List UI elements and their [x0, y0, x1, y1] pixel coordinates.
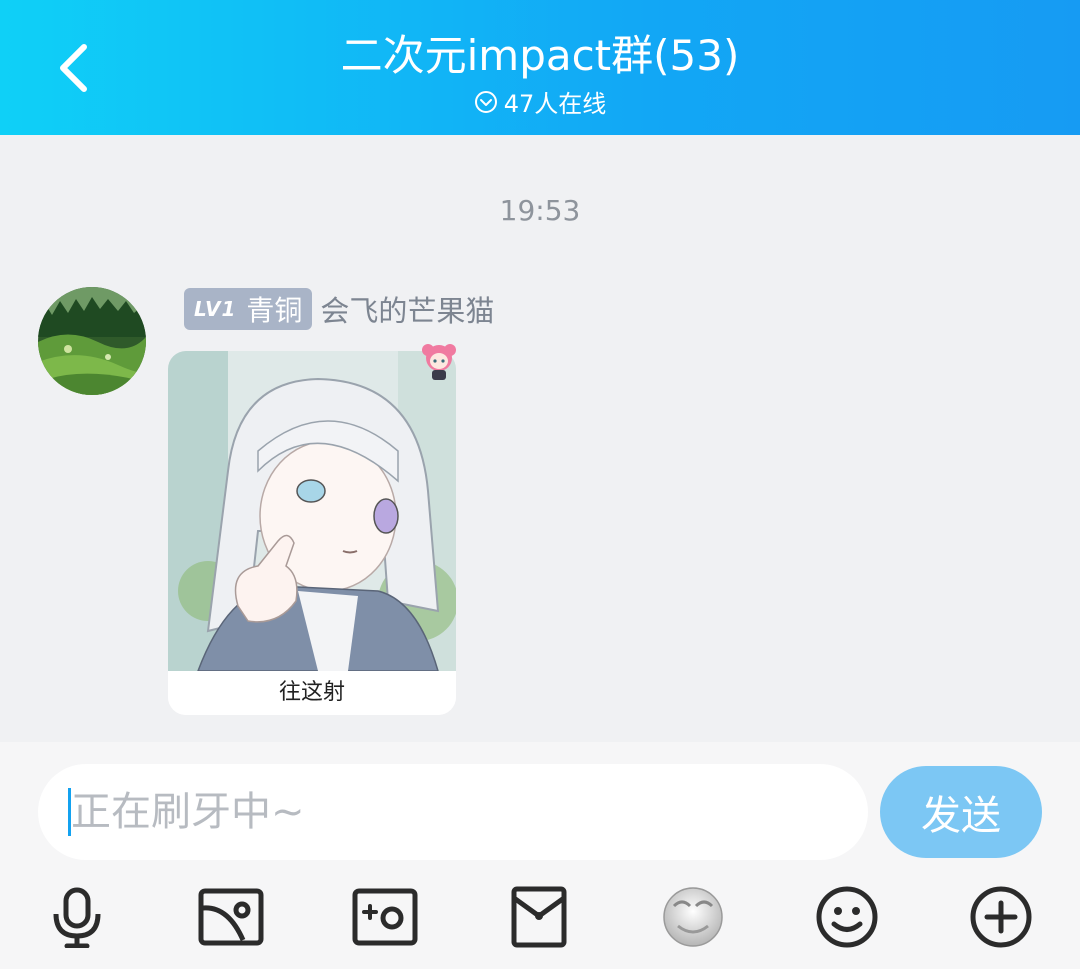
chevron-circle-icon: [474, 90, 498, 114]
online-status[interactable]: 47人在线: [0, 84, 1080, 119]
composer-area: 发送: [0, 742, 1080, 969]
send-button[interactable]: 发送: [880, 766, 1042, 858]
chat-header: 二次元impact群(53) 47人在线: [0, 0, 1080, 135]
message-header: LV1 青铜 会飞的芒果猫: [184, 288, 494, 330]
composer-toolbar: [0, 882, 1080, 952]
sender-name[interactable]: 会飞的芒果猫: [320, 288, 494, 330]
level-text: LV1: [194, 297, 237, 321]
message-input[interactable]: [71, 789, 831, 835]
camera-icon: [352, 888, 418, 946]
more-button[interactable]: [966, 882, 1036, 952]
avatar[interactable]: [38, 287, 146, 395]
plus-icon: [970, 886, 1032, 948]
level-badge[interactable]: LV1 青铜: [184, 288, 313, 330]
sticker-image: [168, 351, 456, 672]
sticker-message[interactable]: 往这射: [168, 351, 456, 715]
sticker-caption: 往这射: [168, 671, 456, 715]
online-count: 47人在线: [503, 90, 607, 118]
avatar-pendant-icon: [418, 340, 460, 382]
red-packet-button[interactable]: [504, 882, 574, 952]
message-input-box[interactable]: [38, 764, 868, 860]
camera-button[interactable]: [350, 882, 420, 952]
emoji-button[interactable]: [812, 882, 882, 952]
message-timestamp: 19:53: [499, 194, 581, 227]
cartoon-face-button[interactable]: [658, 882, 728, 952]
cartoon-face-icon: [663, 887, 723, 947]
red-packet-icon: [511, 886, 567, 948]
group-title[interactable]: 二次元impact群(53): [0, 22, 1080, 83]
emoji-icon: [816, 886, 878, 948]
microphone-icon: [53, 887, 101, 948]
gallery-icon: [198, 888, 264, 946]
gallery-button[interactable]: [196, 882, 266, 952]
voice-button[interactable]: [42, 882, 112, 952]
rank-text: 青铜: [246, 294, 303, 327]
